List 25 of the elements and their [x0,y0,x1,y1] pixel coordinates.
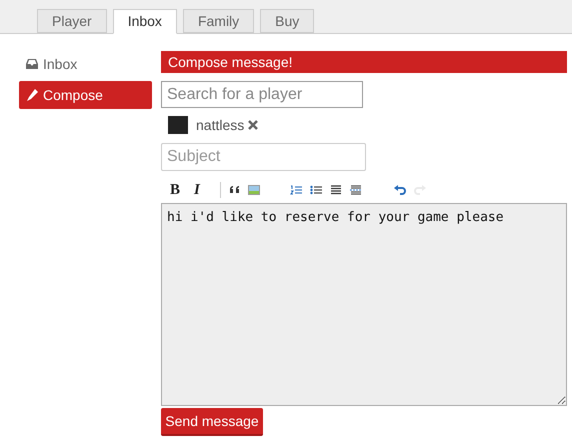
tab[interactable]: Buy [260,9,314,33]
pencil-icon [26,89,38,101]
tab[interactable]: Family [182,9,254,33]
subject-field[interactable]: Subject [161,143,366,171]
tab[interactable]: Player [37,9,107,33]
align-icon[interactable] [330,184,342,196]
message-field[interactable]: hi i'd like to reserve for your game please [161,203,567,406]
bold-button[interactable]: B [170,178,180,202]
numbered-list-icon[interactable] [290,184,302,196]
tray-icon [26,59,38,69]
recipient-name: nattless [196,116,244,134]
quote-icon[interactable] [228,184,241,196]
italic-button[interactable]: I [194,178,200,202]
sidebar-item[interactable]: Inbox [19,53,152,75]
send-button[interactable]: Send message [161,408,263,436]
bullet-list-icon[interactable] [310,184,322,196]
image-icon[interactable] [248,184,260,196]
avatar [168,116,188,134]
sidebar-item[interactable]: Compose [19,81,152,109]
close-icon[interactable] [248,120,258,130]
search-field[interactable]: Search for a player [161,81,363,108]
horizontal-rule-icon[interactable] [350,184,362,196]
tab[interactable]: Inbox [112,9,177,34]
undo-icon[interactable] [394,184,406,196]
compose-header: Compose message! [161,51,567,73]
